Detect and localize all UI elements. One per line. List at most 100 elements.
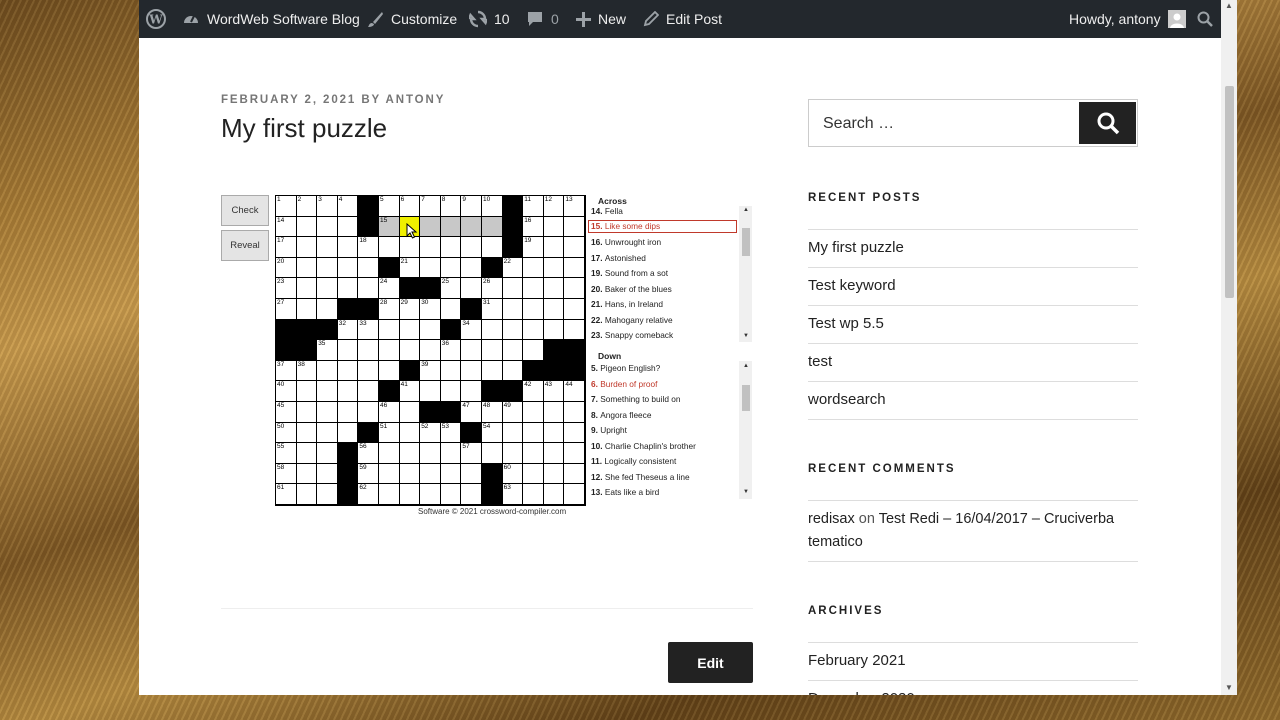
grid-cell[interactable] [523, 319, 543, 340]
grid-cell[interactable] [337, 381, 358, 401]
grid-cell[interactable] [564, 257, 584, 278]
grid-cell[interactable] [461, 360, 481, 381]
clue-item[interactable]: 7. Something to build on [591, 392, 736, 406]
grid-cell[interactable]: 23 [276, 278, 296, 298]
grid-cell[interactable] [523, 278, 543, 298]
grid-cell[interactable] [543, 402, 564, 422]
grid-cell[interactable] [399, 237, 420, 257]
grid-cell[interactable] [564, 463, 584, 484]
grid-cell[interactable] [317, 443, 337, 463]
grid-cell[interactable] [296, 402, 317, 422]
grid-cell[interactable] [399, 443, 420, 463]
grid-cell[interactable]: 63 [502, 484, 523, 504]
grid-cell[interactable]: 39 [420, 360, 440, 381]
down-scroll-up-icon[interactable]: ▲ [742, 363, 750, 369]
grid-cell[interactable]: 13 [564, 196, 584, 216]
search-input[interactable] [821, 100, 1075, 148]
grid-cell[interactable] [420, 381, 440, 401]
grid-cell[interactable]: 5 [379, 196, 399, 216]
grid-cell[interactable]: 19 [523, 237, 543, 257]
grid-cell-highlighted[interactable]: 15 [379, 216, 399, 237]
grid-cell[interactable]: 17 [276, 237, 296, 257]
grid-cell[interactable]: 40 [276, 381, 296, 401]
down-clue-list[interactable]: 5. Pigeon English? 6. Burden of proof 7. S… [587, 361, 753, 500]
grid-cell[interactable] [317, 402, 337, 422]
grid-cell[interactable] [399, 319, 420, 340]
clue-item[interactable]: 5. Pigeon English? [591, 361, 736, 375]
grid-cell[interactable]: 62 [358, 484, 378, 504]
grid-cell[interactable]: 55 [276, 443, 296, 463]
grid-cell[interactable] [440, 237, 461, 257]
grid-cell[interactable] [564, 443, 584, 463]
grid-cell[interactable] [317, 381, 337, 401]
grid-cell[interactable]: 28 [379, 299, 399, 319]
clue-item[interactable]: 19. Sound from a sot [591, 266, 736, 280]
down-scroll-thumb[interactable] [742, 385, 750, 411]
grid-cell[interactable] [399, 340, 420, 360]
grid-cell[interactable] [482, 443, 502, 463]
grid-cell[interactable] [440, 360, 461, 381]
grid-cell[interactable]: 7 [420, 196, 440, 216]
updates-link[interactable]: 10 [469, 0, 510, 38]
grid-cell[interactable] [317, 216, 337, 237]
grid-cell[interactable] [564, 278, 584, 298]
grid-cell[interactable] [358, 257, 378, 278]
grid-cell[interactable] [543, 422, 564, 443]
grid-cell[interactable] [317, 422, 337, 443]
clue-item[interactable]: 20. Baker of the blues [591, 282, 736, 296]
grid-cell[interactable]: 57 [461, 443, 481, 463]
grid-cell[interactable]: 16 [523, 216, 543, 237]
across-scroll-thumb[interactable] [742, 228, 750, 256]
recent-post-link[interactable]: wordsearch [808, 391, 886, 408]
grid-cell[interactable] [564, 319, 584, 340]
grid-cell[interactable] [317, 278, 337, 298]
grid-cell[interactable]: 53 [440, 422, 461, 443]
grid-cell[interactable]: 38 [296, 360, 317, 381]
grid-cell[interactable]: 14 [276, 216, 296, 237]
grid-cell[interactable]: 46 [379, 402, 399, 422]
grid-cell[interactable] [317, 299, 337, 319]
grid-cell[interactable] [296, 216, 317, 237]
grid-cell[interactable] [502, 443, 523, 463]
grid-cell[interactable] [337, 422, 358, 443]
my-account-link[interactable]: Howdy, antony [1069, 0, 1186, 38]
grid-cell[interactable] [523, 443, 543, 463]
grid-cell[interactable]: 27 [276, 299, 296, 319]
grid-cell[interactable] [337, 278, 358, 298]
edit-button[interactable]: Edit [668, 642, 753, 683]
grid-cell[interactable] [543, 463, 564, 484]
grid-cell[interactable]: 47 [461, 402, 481, 422]
grid-cell[interactable] [358, 360, 378, 381]
grid-cell[interactable] [358, 340, 378, 360]
grid-cell[interactable] [502, 422, 523, 443]
grid-cell[interactable] [440, 257, 461, 278]
grid-cell[interactable] [461, 257, 481, 278]
grid-cell[interactable] [399, 422, 420, 443]
across-scroll-up-icon[interactable]: ▲ [742, 207, 750, 213]
grid-cell[interactable]: 61 [276, 484, 296, 504]
grid-cell[interactable] [543, 278, 564, 298]
grid-cell[interactable]: 44 [564, 381, 584, 401]
clue-item[interactable]: 21. Hans, in Ireland [591, 297, 736, 311]
grid-cell[interactable] [502, 319, 523, 340]
grid-cell[interactable]: 51 [379, 422, 399, 443]
grid-cell[interactable]: 37 [276, 360, 296, 381]
grid-cell[interactable] [420, 484, 440, 504]
clue-item[interactable]: 13. Eats like a bird [591, 485, 736, 499]
grid-cell[interactable]: 32 [337, 319, 358, 340]
grid-cell[interactable] [296, 422, 317, 443]
grid-cell[interactable] [523, 340, 543, 360]
grid-cell[interactable] [296, 237, 317, 257]
grid-cell[interactable]: 18 [358, 237, 378, 257]
grid-cell[interactable] [296, 278, 317, 298]
grid-cell[interactable] [420, 443, 440, 463]
grid-cell[interactable] [420, 463, 440, 484]
grid-cell[interactable]: 11 [523, 196, 543, 216]
recent-post-link[interactable]: Test keyword [808, 277, 896, 294]
scroll-down-arrow-icon[interactable]: ▼ [1225, 684, 1233, 692]
grid-cell[interactable] [543, 299, 564, 319]
grid-cell[interactable] [399, 463, 420, 484]
crossword-grid[interactable]: 1 2 3 4 5 6 7 8 9 10 11 12 13 14 15 16 17 18 19 20 21 22 23 24 2… [275, 195, 586, 506]
grid-cell[interactable] [482, 340, 502, 360]
grid-cell[interactable] [399, 402, 420, 422]
